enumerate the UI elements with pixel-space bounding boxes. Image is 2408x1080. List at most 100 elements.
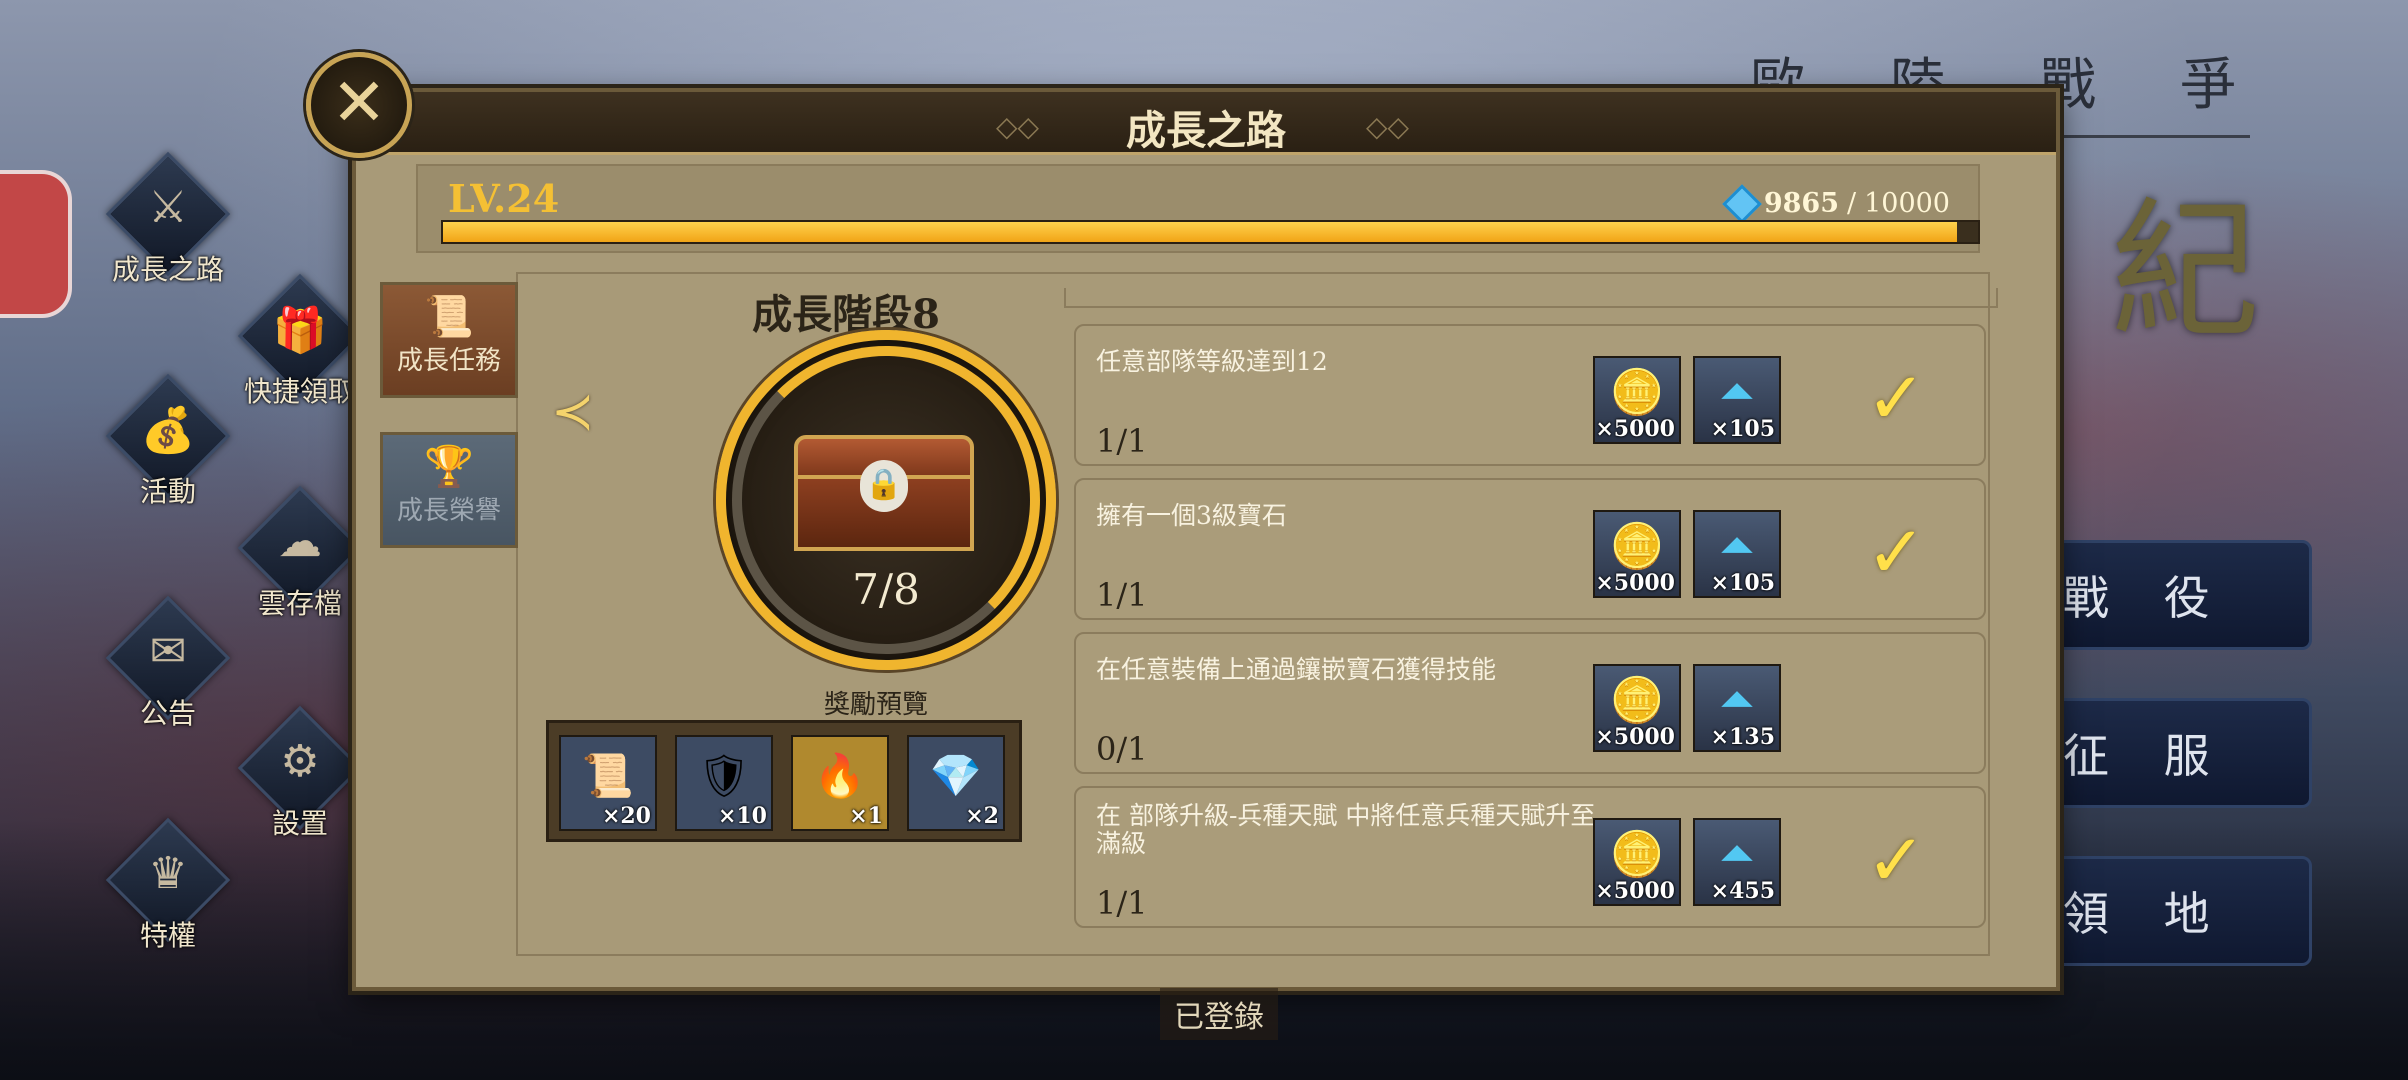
- locked-chest-icon: 🔒: [794, 435, 974, 551]
- events-button[interactable]: 💰 活動: [105, 373, 231, 512]
- privilege-button[interactable]: ♛ 特權: [105, 817, 231, 956]
- gold-reward[interactable]: 🪙 ×5000: [1593, 664, 1681, 752]
- panel-title: 成長之路: [1126, 107, 1286, 154]
- scroll-quill-icon: 📜: [424, 294, 474, 340]
- previous-stage-arrow-icon[interactable]: ≺: [551, 382, 595, 442]
- cloud-upload-icon: ☁: [278, 516, 322, 567]
- announcement-button[interactable]: ✉ 公告: [105, 595, 231, 734]
- reward-quantity: ×135: [1710, 724, 1775, 750]
- xp-chevron-icon: ⏶: [1719, 366, 1755, 417]
- item-quantity: ×2: [965, 803, 999, 829]
- reward-item[interactable]: 💎 ×2: [907, 735, 1005, 831]
- panel-header: ◇◇ 成長之路 ◇◇: [356, 92, 2056, 155]
- gold-reward[interactable]: 🪙 ×5000: [1593, 510, 1681, 598]
- ornament-icon: ◇◇: [1366, 110, 1410, 143]
- gift-icon: 🎁: [272, 305, 328, 356]
- reward-quantity: ×5000: [1595, 878, 1675, 904]
- reward-preview-label: 獎勵預覽: [823, 690, 928, 720]
- reward-quantity: ×105: [1710, 416, 1775, 442]
- sword-icon: ⚔: [148, 182, 188, 233]
- reward-item[interactable]: 🔥 ×1: [791, 735, 889, 831]
- xp-progress-bar: [441, 220, 1980, 244]
- task-list-top-edge: [1064, 288, 1998, 308]
- gold-coins-icon: 🪙: [1609, 675, 1665, 726]
- side-icon-label: 成長之路: [111, 253, 224, 286]
- task-description: 在任意裝備上通過鑲嵌寶石獲得技能: [1096, 655, 1497, 684]
- tab-growth-tasks[interactable]: 📜 成長任務: [380, 282, 518, 398]
- settings-button[interactable]: ⚙ 設置: [237, 705, 363, 844]
- reward-quantity: ×5000: [1595, 570, 1675, 596]
- xp-reward[interactable]: ⏶ ×135: [1693, 664, 1781, 752]
- xp-readout: 9865 / 10000: [1722, 183, 1950, 224]
- lock-icon: 🔒: [860, 460, 908, 512]
- checkmark-icon: ✓: [1866, 356, 1927, 440]
- campaign-button[interactable]: 戰 役: [2050, 540, 2312, 650]
- territory-button[interactable]: 領 地: [2050, 856, 2312, 966]
- task-progress: 1/1: [1096, 576, 1148, 614]
- task-progress: 0/1: [1096, 730, 1148, 768]
- xp-separator: /: [1846, 188, 1857, 219]
- item-quantity: ×20: [601, 803, 651, 829]
- task-row: 在任意裝備上通過鑲嵌寶石獲得技能 0/1 🪙 ×5000 ⏶ ×135: [1074, 632, 1986, 774]
- campfire-icon: 🔥: [813, 751, 867, 800]
- stage-title: 成長階段8: [752, 291, 940, 338]
- reward-quantity: ×5000: [1595, 416, 1675, 442]
- growth-road-panel: ◇◇ 成長之路 ◇◇ LV.24 9865 / 10000 📜 成長任務 🏆 成…: [352, 88, 2060, 991]
- task-row: 任意部隊等級達到12 1/1 🪙 ×5000 ⏶ ×105 ✓: [1074, 324, 1986, 466]
- task-description: 在 部隊升級-兵種天賦 中將任意兵種天賦升至滿級: [1096, 801, 1596, 858]
- level-label: LV.24: [448, 176, 560, 221]
- task-row: 在 部隊升級-兵種天賦 中將任意兵種天賦升至滿級 1/1 🪙 ×5000 ⏶ ×…: [1074, 786, 1986, 928]
- xp-progress-fill: [443, 222, 1958, 242]
- side-notification-tab[interactable]: [0, 170, 72, 318]
- money-bag-icon: 💰: [140, 405, 196, 456]
- task-progress: 1/1: [1096, 422, 1148, 460]
- game-logo-glyph: 紀: [2110, 185, 2261, 359]
- cloud-save-button[interactable]: ☁ 雲存檔: [237, 485, 363, 624]
- gold-coins-icon: 🪙: [1609, 521, 1665, 572]
- task-progress: 1/1: [1096, 884, 1148, 922]
- item-quantity: ×1: [849, 803, 883, 829]
- item-quantity: ×10: [717, 803, 767, 829]
- checkmark-icon: ✓: [1866, 818, 1927, 902]
- scroll-map-icon: 📜: [581, 751, 635, 800]
- side-icon-label: 特權: [139, 919, 196, 952]
- gold-reward[interactable]: 🪙 ×5000: [1593, 818, 1681, 906]
- xp-reward[interactable]: ⏶ ×105: [1693, 510, 1781, 598]
- gold-coins-icon: 🪙: [1609, 367, 1665, 418]
- emerald-icon: 💎: [929, 751, 983, 800]
- tab-growth-honor[interactable]: 🏆 成長榮譽: [380, 432, 518, 548]
- chest-icon: 🏆: [424, 444, 474, 490]
- xp-reward[interactable]: ⏶ ×455: [1693, 818, 1781, 906]
- xp-chevron-icon: [1722, 183, 1762, 224]
- crown-icon: ♛: [148, 848, 188, 899]
- reward-quantity: ×105: [1710, 570, 1775, 596]
- xp-chevron-icon: ⏶: [1719, 674, 1755, 725]
- side-icon-label: 活動: [139, 475, 196, 508]
- stage-count: 7/8: [852, 565, 920, 614]
- reward-item[interactable]: 📜 ×20: [559, 735, 657, 831]
- stage-chest-circle[interactable]: 🔒 7/8: [716, 330, 1056, 670]
- gold-reward[interactable]: 🪙 ×5000: [1593, 356, 1681, 444]
- xp-chevron-icon: ⏶: [1719, 828, 1755, 879]
- task-row: 擁有一個3級寶石 1/1 🪙 ×5000 ⏶ ×105 ✓: [1074, 478, 1986, 620]
- task-description: 任意部隊等級達到12: [1096, 347, 1328, 376]
- envelope-icon: ✉: [149, 626, 187, 677]
- close-button[interactable]: ✕: [306, 52, 412, 158]
- reward-quantity: ×5000: [1595, 724, 1675, 750]
- quick-claim-button[interactable]: 🎁 快捷領取: [237, 273, 363, 412]
- game-title-char: 爭: [2180, 53, 2238, 118]
- growth-road-button[interactable]: ⚔ 成長之路: [105, 151, 231, 290]
- reward-quantity: ×455: [1710, 878, 1775, 904]
- shield-icon: 🛡: [697, 751, 751, 800]
- conquest-button[interactable]: 征 服: [2050, 698, 2312, 808]
- xp-chevron-icon: ⏶: [1719, 520, 1755, 571]
- side-icon-label: 公告: [139, 697, 196, 730]
- checkmark-icon: ✓: [1866, 510, 1927, 594]
- gold-coins-icon: 🪙: [1609, 829, 1665, 880]
- xp-max: 10000: [1864, 188, 1950, 219]
- reward-item[interactable]: 🛡 ×10: [675, 735, 773, 831]
- gear-icon: ⚙: [280, 736, 320, 787]
- tab-label: 成長榮譽: [396, 496, 501, 526]
- tab-label: 成長任務: [396, 346, 501, 376]
- xp-reward[interactable]: ⏶ ×105: [1693, 356, 1781, 444]
